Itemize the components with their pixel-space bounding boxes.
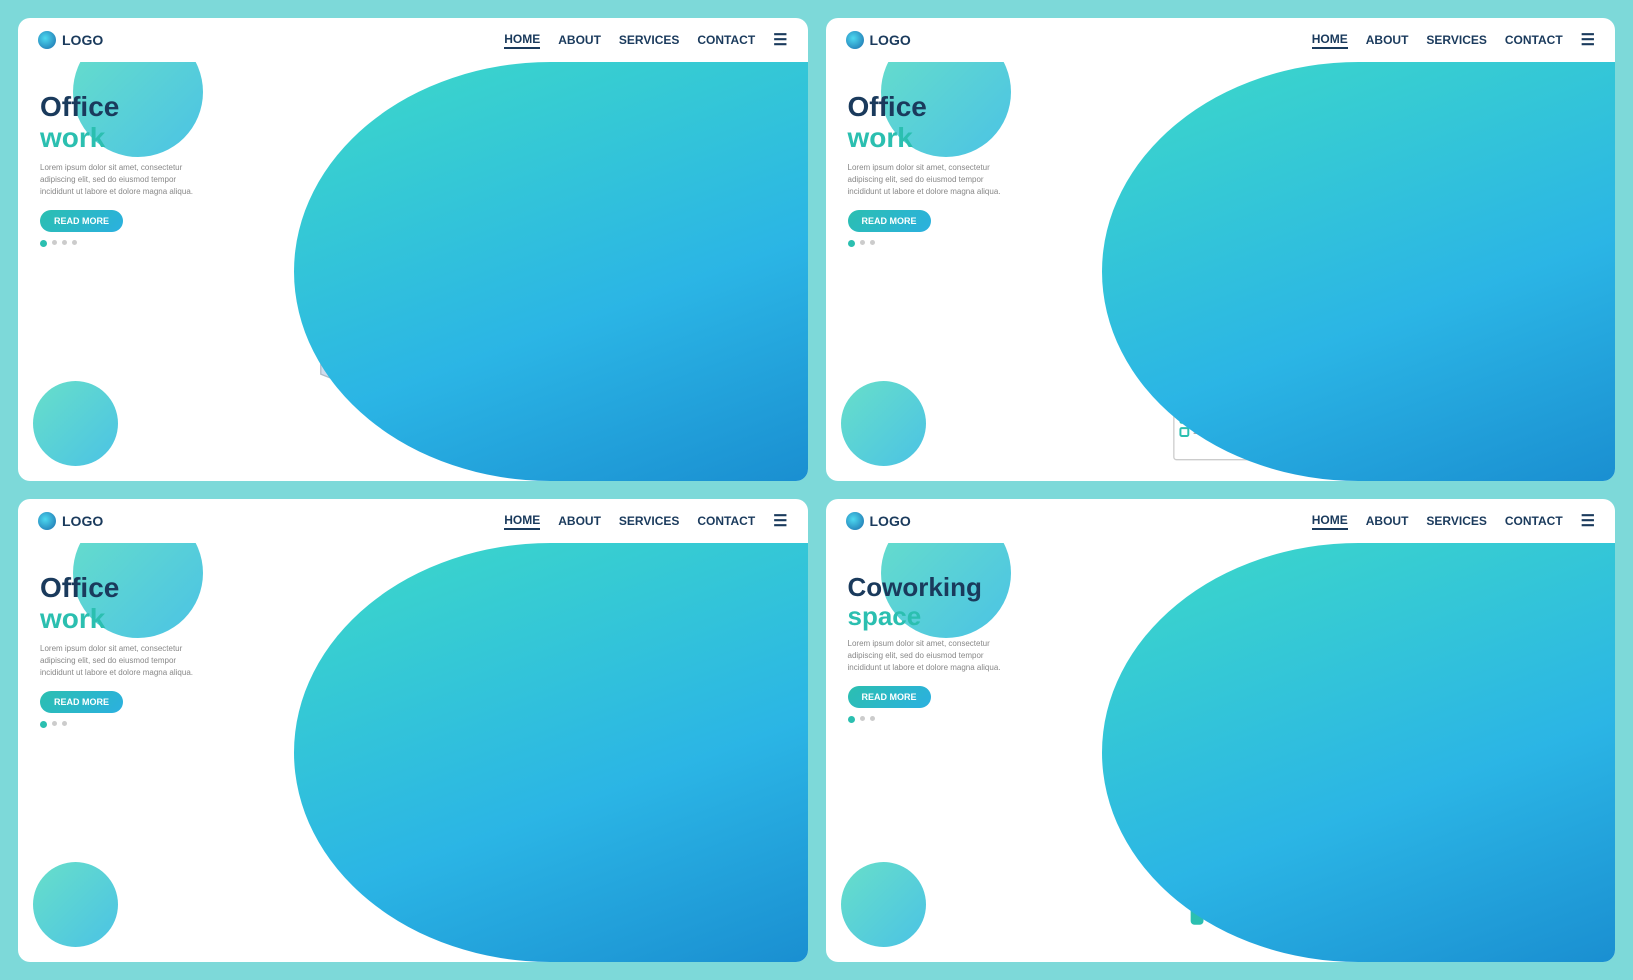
teal-bg-1 bbox=[294, 62, 807, 481]
nav-about-2[interactable]: ABOUT bbox=[1366, 33, 1409, 47]
card-body-4: Coworking space Lorem ipsum dolor sit am… bbox=[826, 543, 1616, 962]
logo-text-2: LOGO bbox=[870, 32, 911, 48]
dot-2-3 bbox=[870, 240, 875, 245]
dot-4-2 bbox=[860, 716, 865, 721]
dot-2-active bbox=[848, 240, 855, 247]
dot-3-active bbox=[40, 721, 47, 728]
nav-links-2: HOME ABOUT SERVICES CONTACT ☰ bbox=[1312, 30, 1595, 50]
lorem-2: Lorem ipsum dolor sit amet, consectetur … bbox=[848, 162, 1008, 198]
dots-4 bbox=[848, 716, 1008, 723]
title-1a: Office bbox=[40, 92, 200, 123]
blob-3b bbox=[33, 862, 118, 947]
hamburger-2[interactable]: ☰ bbox=[1581, 30, 1595, 50]
card-body-1: Office work Lorem ipsum dolor sit amet, … bbox=[18, 62, 808, 481]
logo-2: LOGO bbox=[846, 31, 911, 49]
card-2: LOGO HOME ABOUT SERVICES CONTACT ☰ Offic… bbox=[826, 18, 1616, 481]
blob-2b bbox=[841, 381, 926, 466]
dot-1-3 bbox=[62, 240, 67, 245]
navbar-4: LOGO HOME ABOUT SERVICES CONTACT ☰ bbox=[826, 499, 1616, 543]
nav-contact-1[interactable]: CONTACT bbox=[697, 33, 755, 47]
nav-services-2[interactable]: SERVICES bbox=[1426, 33, 1486, 47]
lorem-1: Lorem ipsum dolor sit amet, consectetur … bbox=[40, 162, 200, 198]
read-more-2[interactable]: READ MORE bbox=[848, 210, 931, 232]
title-1b: work bbox=[40, 123, 200, 154]
logo-dot-4 bbox=[846, 512, 864, 530]
nav-contact-3[interactable]: CONTACT bbox=[697, 514, 755, 528]
logo-text-3: LOGO bbox=[62, 513, 103, 529]
logo-3: LOGO bbox=[38, 512, 103, 530]
navbar-3: LOGO HOME ABOUT SERVICES CONTACT ☰ bbox=[18, 499, 808, 543]
dot-4-active bbox=[848, 716, 855, 723]
read-more-3[interactable]: READ MORE bbox=[40, 691, 123, 713]
title-2b: work bbox=[848, 123, 1008, 154]
hamburger-1[interactable]: ☰ bbox=[773, 30, 787, 50]
title-3b: work bbox=[40, 604, 200, 635]
card-3: LOGO HOME ABOUT SERVICES CONTACT ☰ Offic… bbox=[18, 499, 808, 962]
nav-about-1[interactable]: ABOUT bbox=[558, 33, 601, 47]
teal-bg-2 bbox=[1102, 62, 1615, 481]
navbar-2: LOGO HOME ABOUT SERVICES CONTACT ☰ bbox=[826, 18, 1616, 62]
nav-contact-4[interactable]: CONTACT bbox=[1505, 514, 1563, 528]
title-2a: Office bbox=[848, 92, 1008, 123]
card-body-2: Office work Lorem ipsum dolor sit amet, … bbox=[826, 62, 1616, 481]
nav-home-3[interactable]: HOME bbox=[504, 513, 540, 530]
card-body-3: Office work Lorem ipsum dolor sit amet, … bbox=[18, 543, 808, 962]
blob-4b bbox=[841, 862, 926, 947]
nav-about-4[interactable]: ABOUT bbox=[1366, 514, 1409, 528]
teal-bg-3 bbox=[294, 543, 807, 962]
navbar-1: LOGO HOME ABOUT SERVICES CONTACT ☰ bbox=[18, 18, 808, 62]
nav-links-3: HOME ABOUT SERVICES CONTACT ☰ bbox=[504, 511, 787, 531]
nav-links-1: HOME ABOUT SERVICES CONTACT ☰ bbox=[504, 30, 787, 50]
title-4b: space bbox=[848, 602, 1008, 631]
card-text-1: Office work Lorem ipsum dolor sit amet, … bbox=[40, 92, 200, 247]
dot-1-4 bbox=[72, 240, 77, 245]
nav-home-4[interactable]: HOME bbox=[1312, 513, 1348, 530]
lorem-4: Lorem ipsum dolor sit amet, consectetur … bbox=[848, 638, 1008, 674]
logo-text-1: LOGO bbox=[62, 32, 103, 48]
nav-services-4[interactable]: SERVICES bbox=[1426, 514, 1486, 528]
card-text-3: Office work Lorem ipsum dolor sit amet, … bbox=[40, 573, 200, 728]
nav-links-4: HOME ABOUT SERVICES CONTACT ☰ bbox=[1312, 511, 1595, 531]
dots-3 bbox=[40, 721, 200, 728]
dot-3-3 bbox=[62, 721, 67, 726]
logo-1: LOGO bbox=[38, 31, 103, 49]
dots-2 bbox=[848, 240, 1008, 247]
dots-1 bbox=[40, 240, 200, 247]
dot-3-2 bbox=[52, 721, 57, 726]
blob-1b bbox=[33, 381, 118, 466]
dot-2-2 bbox=[860, 240, 865, 245]
logo-dot-1 bbox=[38, 31, 56, 49]
hamburger-4[interactable]: ☰ bbox=[1581, 511, 1595, 531]
nav-services-1[interactable]: SERVICES bbox=[619, 33, 679, 47]
nav-about-3[interactable]: ABOUT bbox=[558, 514, 601, 528]
title-4a: Coworking bbox=[848, 573, 1008, 602]
read-more-4[interactable]: READ MORE bbox=[848, 686, 931, 708]
logo-text-4: LOGO bbox=[870, 513, 911, 529]
title-3a: Office bbox=[40, 573, 200, 604]
nav-contact-2[interactable]: CONTACT bbox=[1505, 33, 1563, 47]
dot-4-3 bbox=[870, 716, 875, 721]
card-text-4: Coworking space Lorem ipsum dolor sit am… bbox=[848, 573, 1008, 723]
card-text-2: Office work Lorem ipsum dolor sit amet, … bbox=[848, 92, 1008, 247]
card-1: LOGO HOME ABOUT SERVICES CONTACT ☰ Offic… bbox=[18, 18, 808, 481]
logo-4: LOGO bbox=[846, 512, 911, 530]
teal-bg-4 bbox=[1102, 543, 1615, 962]
card-4: LOGO HOME ABOUT SERVICES CONTACT ☰ Cowor… bbox=[826, 499, 1616, 962]
dot-1-2 bbox=[52, 240, 57, 245]
hamburger-3[interactable]: ☰ bbox=[773, 511, 787, 531]
dot-1-active bbox=[40, 240, 47, 247]
logo-dot-3 bbox=[38, 512, 56, 530]
read-more-1[interactable]: READ MORE bbox=[40, 210, 123, 232]
nav-home-2[interactable]: HOME bbox=[1312, 32, 1348, 49]
nav-services-3[interactable]: SERVICES bbox=[619, 514, 679, 528]
logo-dot-2 bbox=[846, 31, 864, 49]
nav-home-1[interactable]: HOME bbox=[504, 32, 540, 49]
lorem-3: Lorem ipsum dolor sit amet, consectetur … bbox=[40, 643, 200, 679]
